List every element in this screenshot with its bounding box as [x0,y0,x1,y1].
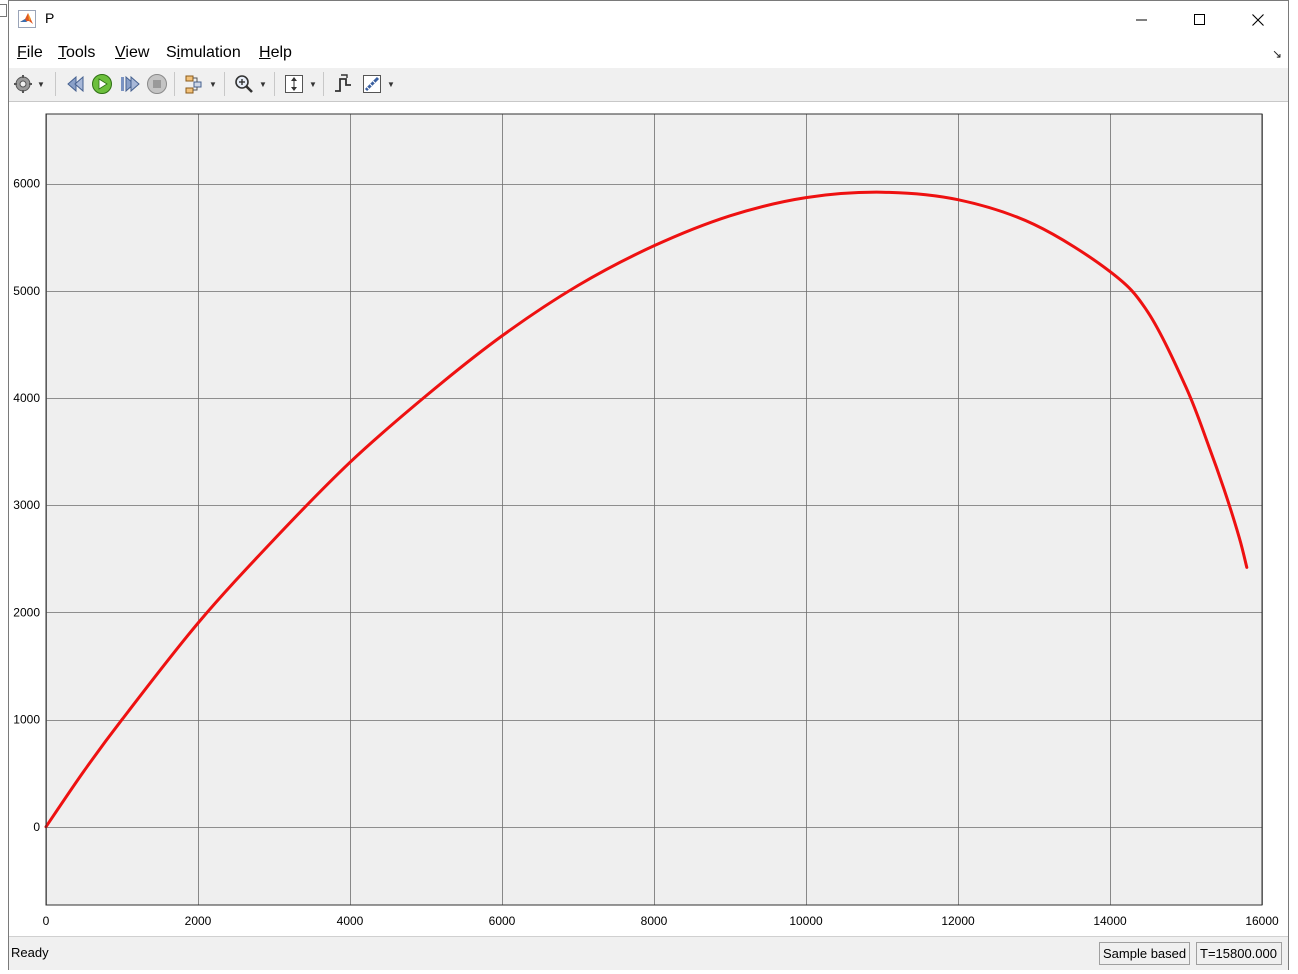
sample-mode-indicator: Sample based [1099,942,1191,965]
y-tick-labels: 0 1000 2000 3000 4000 5000 6000 [13,177,40,834]
y-tick-label: 0 [33,820,40,834]
chevron-down-icon: ▼ [309,79,317,89]
highlight-icon [185,75,202,94]
x-tick-label: 2000 [185,914,212,928]
gear-icon [14,75,32,93]
zoom-button[interactable]: ▼ [233,72,267,96]
time-indicator: T=15800.000 [1196,942,1282,965]
maximize-button[interactable] [1171,1,1229,39]
y-tick-label: 1000 [13,713,40,727]
settings-button[interactable]: ▼ [13,72,45,96]
maximize-icon [1194,14,1205,25]
x-tick-label: 16000 [1245,914,1279,928]
x-tick-label: 0 [43,914,50,928]
plot-area: 0 2000 4000 6000 8000 10000 12000 14000 16000 0 1… [9,102,1288,936]
triggers-button[interactable] [332,72,354,96]
x-tick-label: 12000 [941,914,975,928]
x-tick-label: 14000 [1093,914,1127,928]
chevron-down-icon: ▼ [387,79,395,89]
x-tick-label: 6000 [489,914,516,928]
menu-file[interactable]: File [17,44,43,62]
step-back-icon [67,75,84,93]
axes-background [46,114,1262,905]
y-tick-label: 6000 [13,177,40,191]
triggers-icon [335,74,351,92]
toolbar-divider [274,72,275,96]
scope-window: P File Tools View Simulation Help ↘ ▼ ▼ … [8,0,1289,970]
autoscale-icon [285,75,303,93]
run-icon [92,74,112,94]
toolbar-divider [174,72,175,96]
autoscale-button[interactable]: ▼ [283,72,317,96]
toolbar-divider [323,72,324,96]
menu-simulation[interactable]: Simulation [166,44,241,62]
toolbar-divider [224,72,225,96]
minimize-button[interactable] [1113,1,1171,39]
x-tick-labels: 0 2000 4000 6000 8000 10000 12000 14000 16000 [43,914,1279,928]
dock-arrow-icon[interactable]: ↘ [1272,47,1282,61]
chevron-down-icon: ▼ [209,79,217,89]
line-chart[interactable]: 0 2000 4000 6000 8000 10000 12000 14000 16000 0 1… [9,102,1288,936]
menu-view[interactable]: View [115,44,149,62]
cursor-measurements-button[interactable]: ▼ [361,72,395,96]
cursor-measure-icon [363,75,381,93]
toolbar-divider [55,72,56,96]
toolbar: ▼ ▼ ▼ ▼ ▼ [9,68,1288,102]
window-title: P [45,10,55,26]
status-bar: Ready Sample based T=15800.000 [9,936,1288,970]
step-forward-icon [121,75,140,93]
x-tick-label: 4000 [337,914,364,928]
step-forward-button[interactable] [119,72,141,96]
chevron-down-icon: ▼ [37,79,45,89]
zoom-icon [235,75,253,93]
y-tick-label: 4000 [13,391,40,405]
x-tick-label: 8000 [641,914,668,928]
menu-tools[interactable]: Tools [58,44,95,62]
y-tick-label: 2000 [13,605,40,619]
chevron-down-icon: ▼ [259,79,267,89]
y-tick-label: 5000 [13,284,40,298]
title-bar[interactable]: P [9,1,1288,39]
highlight-block-button[interactable]: ▼ [183,72,217,96]
x-tick-label: 10000 [789,914,823,928]
close-icon [1252,14,1264,26]
matlab-logo-icon [18,10,36,28]
run-button[interactable] [91,72,113,96]
stop-icon [147,74,167,94]
close-button[interactable] [1229,1,1287,39]
stop-button[interactable] [146,72,168,96]
status-text: Ready [11,945,49,960]
minimize-icon [1136,19,1147,21]
menu-help[interactable]: Help [259,44,292,62]
step-back-button[interactable] [64,72,86,96]
menu-bar: File Tools View Simulation Help ↘ [9,39,1288,68]
background-window-edge [0,4,7,17]
y-tick-label: 3000 [13,498,40,512]
